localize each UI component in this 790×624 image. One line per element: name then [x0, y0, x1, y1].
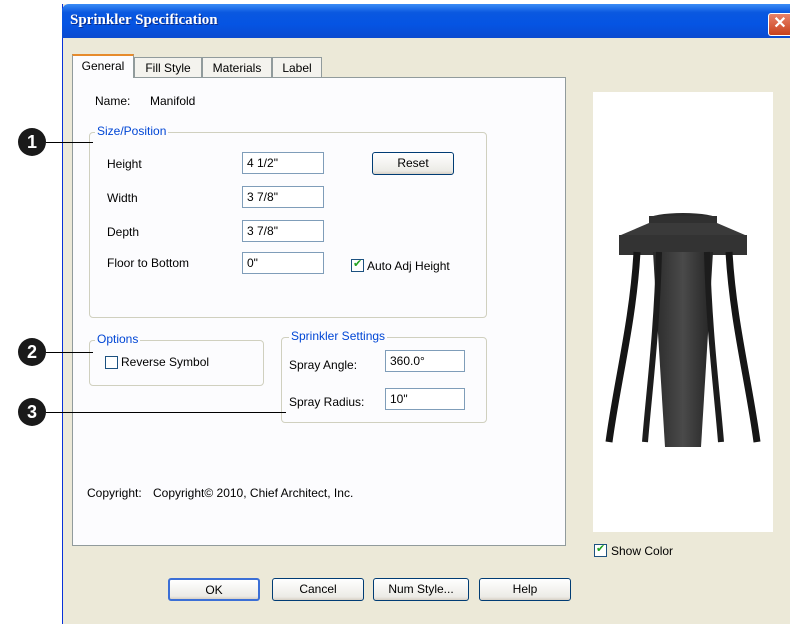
- callout-1: 1: [18, 128, 46, 156]
- window-title: Sprinkler Specification: [70, 12, 218, 28]
- height-label: Height: [107, 157, 142, 171]
- show-color-checkbox[interactable]: [594, 542, 607, 557]
- ok-button[interactable]: OK: [168, 578, 260, 601]
- spray-radius-field[interactable]: 10": [385, 388, 465, 410]
- tab-general[interactable]: General: [72, 54, 134, 78]
- cancel-button[interactable]: Cancel: [272, 578, 364, 601]
- name-label: Name:: [95, 94, 131, 108]
- help-button[interactable]: Help: [479, 578, 571, 601]
- reset-button[interactable]: Reset: [372, 152, 454, 175]
- floor-to-bottom-field[interactable]: 0": [242, 252, 324, 274]
- auto-adj-height-label[interactable]: Auto Adj Height: [367, 259, 450, 273]
- num-style-button[interactable]: Num Style...: [373, 578, 469, 601]
- callout-3-line: [46, 412, 286, 413]
- floor-to-bottom-label: Floor to Bottom: [107, 256, 190, 270]
- callout-3: 3: [18, 398, 46, 426]
- copyright-label: Copyright:: [87, 486, 142, 500]
- close-button[interactable]: ✕: [768, 13, 790, 36]
- auto-adj-height-checkbox[interactable]: [351, 257, 364, 272]
- tab-label[interactable]: Label: [272, 57, 322, 77]
- callout-1-line: [46, 142, 93, 143]
- callout-2: 2: [18, 338, 46, 366]
- spray-angle-label: Spray Angle:: [289, 358, 358, 372]
- width-label: Width: [107, 191, 138, 205]
- width-field[interactable]: 3 7/8": [242, 186, 324, 208]
- reverse-symbol-checkbox[interactable]: [105, 356, 118, 369]
- show-color-label[interactable]: Show Color: [611, 544, 673, 558]
- name-value: Manifold: [150, 94, 196, 108]
- spray-angle-field[interactable]: 360.0°: [385, 350, 465, 372]
- sprinkler-settings-legend: Sprinkler Settings: [289, 329, 388, 343]
- sprinkler-manifold-image: [605, 213, 761, 447]
- reverse-symbol-label[interactable]: Reverse Symbol: [121, 355, 209, 369]
- height-field[interactable]: 4 1/2": [242, 152, 324, 174]
- spray-radius-label: Spray Radius:: [289, 395, 365, 409]
- copyright-value: Copyright© 2010, Chief Architect, Inc.: [153, 486, 354, 500]
- sprinkler-preview[interactable]: [593, 92, 773, 532]
- tab-materials[interactable]: Materials: [202, 57, 272, 77]
- depth-field[interactable]: 3 7/8": [242, 220, 324, 242]
- tab-fill-style[interactable]: Fill Style: [134, 57, 202, 77]
- options-legend: Options: [95, 332, 141, 346]
- callout-2-line: [46, 352, 93, 353]
- size-position-legend: Size/Position: [95, 124, 169, 138]
- depth-label: Depth: [107, 225, 140, 239]
